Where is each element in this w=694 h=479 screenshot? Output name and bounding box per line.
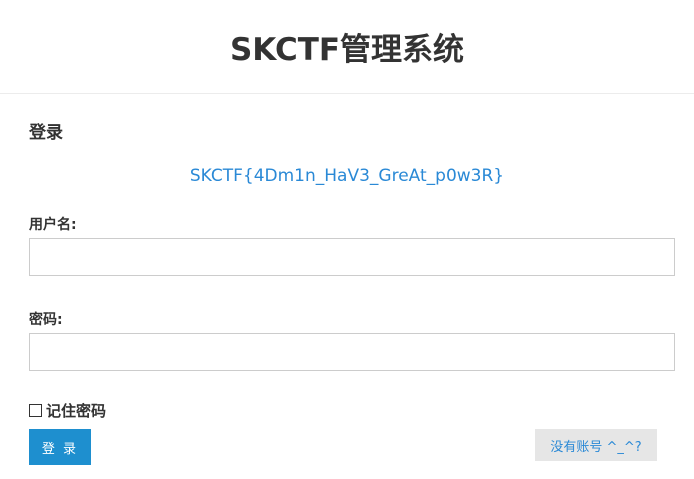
password-label: 密码: bbox=[29, 312, 63, 328]
login-button[interactable]: 登 录 bbox=[29, 429, 91, 465]
remember-password-label: 记住密码 bbox=[46, 402, 107, 420]
page-header: SKCTF管理系统 bbox=[0, 0, 694, 94]
login-section-title: 登录 bbox=[29, 123, 63, 143]
remember-password-row[interactable]: 记住密码 bbox=[29, 400, 106, 421]
password-input[interactable] bbox=[29, 333, 675, 371]
username-label: 用户名: bbox=[29, 217, 77, 233]
username-input[interactable] bbox=[29, 238, 675, 276]
register-button[interactable]: 没有账号 ^_^? bbox=[535, 429, 657, 461]
remember-password-checkbox[interactable] bbox=[29, 404, 42, 417]
flag-link[interactable]: SKCTF{4Dm1n_HaV3_GreAt_p0w3R} bbox=[0, 166, 694, 186]
site-title: SKCTF管理系统 bbox=[229, 32, 465, 68]
